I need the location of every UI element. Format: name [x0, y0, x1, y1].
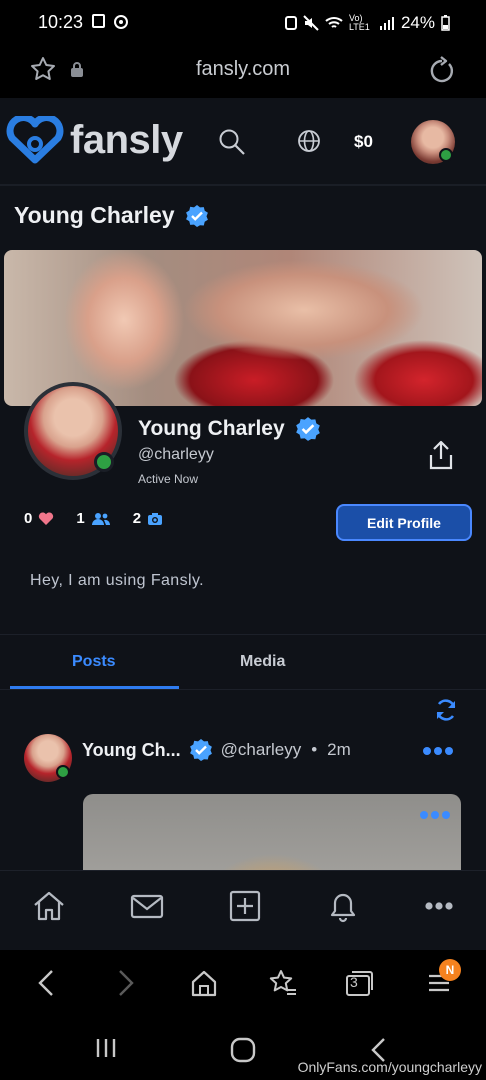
profile-bio: Hey, I am using Fansly.	[30, 572, 204, 589]
alarm-icon	[284, 16, 297, 30]
fansly-logo[interactable]: fansly	[6, 116, 183, 164]
page-title-row: Young Charley	[14, 202, 209, 229]
bookmarks-icon[interactable]	[268, 968, 298, 998]
active-tab-indicator	[10, 686, 179, 689]
notifications-icon[interactable]	[326, 889, 360, 923]
media-more-options-icon[interactable]	[419, 810, 451, 820]
post-author-handle[interactable]: @charleyy	[221, 740, 302, 760]
page-title: Young Charley	[14, 202, 175, 228]
url-field[interactable]: fansly.com	[0, 58, 486, 81]
network-label: Vo) LTE1	[348, 13, 370, 32]
verified-badge-icon	[295, 417, 320, 441]
post-separator: •	[311, 740, 318, 759]
app-header: fansly $0	[0, 98, 486, 186]
profile-stats: 0 1 2	[24, 510, 177, 527]
create-post-icon[interactable]	[228, 889, 262, 923]
online-indicator	[439, 148, 453, 162]
battery-icon	[441, 15, 450, 31]
activity-status: Active Now	[138, 472, 199, 486]
gallery-notification-icon	[92, 14, 105, 28]
edit-profile-button[interactable]: Edit Profile	[336, 504, 472, 541]
likes-stat[interactable]: 0	[24, 510, 54, 527]
mute-icon	[303, 15, 319, 31]
followers-stat[interactable]: 1	[76, 510, 110, 527]
post-timestamp: 2m	[327, 740, 351, 759]
home-icon[interactable]	[32, 889, 66, 923]
back-icon[interactable]	[34, 968, 58, 998]
profile-tabs: Posts Media	[0, 634, 486, 690]
profile-name: Young Charley	[138, 417, 285, 440]
post-author-avatar[interactable]	[24, 734, 72, 782]
tabs-icon[interactable]	[344, 968, 376, 998]
profile-avatar[interactable]	[24, 382, 122, 480]
wifi-icon	[325, 17, 343, 28]
battery-level: 24%	[400, 13, 435, 32]
menu-badge: N	[439, 959, 461, 981]
wallet-balance[interactable]: $0	[354, 132, 373, 152]
more-menu-icon[interactable]	[424, 901, 454, 911]
post-author-name[interactable]: Young Ch...	[82, 740, 181, 761]
fansly-heart-icon	[6, 116, 64, 164]
status-time: 10:23	[38, 12, 84, 32]
sync-notification-icon	[114, 15, 128, 29]
watermark: OnlyFans.com/youngcharleyy	[297, 1059, 482, 1075]
browser-toolbar	[0, 950, 486, 1020]
browser-url-bar: fansly.com	[0, 44, 486, 98]
profile-handle: @charleyy	[138, 446, 214, 463]
fansly-app: fansly $0 Young Charley Young Charley @c…	[0, 98, 486, 950]
verified-badge-icon	[189, 739, 212, 761]
brand-name: fansly	[70, 117, 183, 162]
camera-icon	[148, 512, 163, 525]
user-avatar[interactable]	[411, 120, 455, 164]
online-indicator	[56, 765, 70, 779]
signal-icon	[379, 17, 394, 30]
reload-icon[interactable]	[428, 56, 456, 84]
refresh-icon[interactable]	[434, 698, 458, 722]
status-bar: 10:23 Vo) LTE1 24%	[0, 0, 486, 44]
online-indicator	[94, 452, 114, 472]
home-button-icon[interactable]	[229, 1036, 257, 1064]
users-icon	[91, 512, 110, 525]
messages-icon[interactable]	[130, 889, 164, 923]
tab-posts[interactable]: Posts	[72, 653, 116, 671]
browser-home-icon[interactable]	[190, 968, 218, 998]
tab-count: 3	[350, 974, 358, 990]
post-header: Young Ch... @charleyy • 2m	[82, 738, 351, 762]
share-icon[interactable]	[428, 440, 454, 470]
app-bottom-nav	[0, 870, 486, 950]
globe-icon[interactable]	[296, 128, 322, 154]
media-stat[interactable]: 2	[133, 510, 163, 527]
tab-media[interactable]: Media	[240, 653, 285, 671]
forward-icon[interactable]	[114, 968, 138, 998]
search-icon[interactable]	[218, 128, 246, 156]
recent-apps-icon[interactable]	[94, 1036, 118, 1060]
heart-icon	[39, 511, 54, 525]
post-more-options-icon[interactable]	[422, 746, 454, 756]
verified-badge-icon	[185, 204, 208, 227]
